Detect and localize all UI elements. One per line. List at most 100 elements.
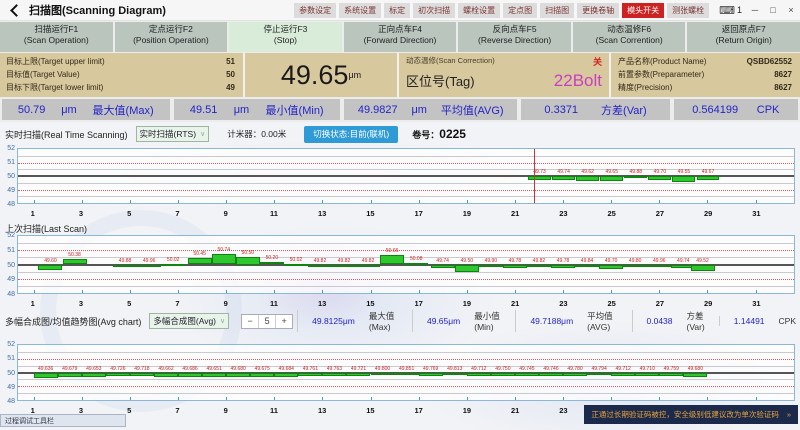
x-tick <box>322 397 323 400</box>
toast-expand-icon[interactable]: » <box>787 410 791 419</box>
product-info-panel: 产品名称(Product Name)QSBD62552前置参数(Preparam… <box>611 53 800 97</box>
menu-button-螺栓设置[interactable]: 螺栓设置 <box>458 3 500 18</box>
data-bar-label: 50.45 <box>193 252 206 257</box>
x-tick <box>756 200 757 203</box>
x-axis-label: 5 <box>122 210 136 218</box>
fkey-扫描运行F1[interactable]: 扫描运行F1(Scan Operation) <box>0 22 113 52</box>
fkey-停止运行F3[interactable]: 停止运行F3(Stop) <box>229 22 342 52</box>
scan-correction-label: 动态温修(Scan Correction) <box>406 55 495 68</box>
chevron-down-icon: ∨ <box>220 317 225 325</box>
data-bar-label: 49.82 <box>314 259 327 264</box>
x-axis-label: 3 <box>74 407 88 415</box>
x-tick <box>419 290 420 293</box>
remote-control-toast[interactable]: 正通过长期验证码被控，安全级别低建议改为单次验证码 » <box>584 405 798 424</box>
menu-button-参数设定[interactable]: 参数设定 <box>294 3 336 18</box>
x-tick <box>563 290 564 293</box>
menu-button-扫描图[interactable]: 扫描图 <box>540 3 574 18</box>
data-bar-label: 49.813 <box>447 367 462 372</box>
data-bar-label: 49.90 <box>485 259 498 264</box>
menu-button-定点图[interactable]: 定点图 <box>503 3 537 18</box>
maximize-button[interactable]: □ <box>764 5 782 15</box>
data-bar <box>404 263 428 265</box>
gridline <box>18 379 794 380</box>
data-bar <box>332 265 356 268</box>
limit-line <box>18 279 794 280</box>
menu-button-系统设置[interactable]: 系统设置 <box>339 3 381 18</box>
data-bar-label: 49.70 <box>654 170 667 175</box>
x-tick <box>611 397 612 400</box>
x-tick <box>322 290 323 293</box>
titlebar-menu: 参数设定系统设置标定初次扫描螺栓设置定点图扫描图更换卷轴模头开关测张螺栓 <box>291 3 709 18</box>
x-tick <box>659 290 660 293</box>
x-tick <box>515 290 516 293</box>
data-bar <box>106 373 130 377</box>
data-bar <box>624 176 647 178</box>
limit-line <box>18 163 794 164</box>
rts-mode-dropdown[interactable]: 实时扫描(RTS) ∨ <box>136 126 210 142</box>
y-axis-label: 50 <box>2 370 15 377</box>
avg-mode-dropdown[interactable]: 多幅合成图(Avg) ∨ <box>149 313 229 329</box>
data-bar <box>356 265 380 268</box>
menu-button-模头开关[interactable]: 模头开关 <box>622 3 664 18</box>
current-reading-value: 49.65 <box>281 60 349 91</box>
x-axis-label: 9 <box>219 300 233 308</box>
x-axis-label: 27 <box>653 300 667 308</box>
x-tick <box>611 290 612 293</box>
minimize-button[interactable]: ─ <box>746 5 764 15</box>
x-tick <box>515 200 516 203</box>
back-chevron-icon[interactable] <box>10 4 23 17</box>
data-bar-label: 49.684 <box>279 367 294 372</box>
x-tick <box>563 397 564 400</box>
data-bar-label: 49.73 <box>533 170 546 175</box>
x-tick <box>82 200 83 203</box>
y-axis-label: 48 <box>2 201 15 208</box>
x-axis-label: 7 <box>170 300 184 308</box>
avg-chart-controls: 多幅合成图/均值趋势图(Avg chart) 多幅合成图(Avg) ∨ − 5 … <box>0 310 800 332</box>
data-bar-label: 49.761 <box>303 367 318 372</box>
avg-statistics: 49.8125μm最大值(Max)49.65μm最小值(Min)49.7188μ… <box>297 310 796 332</box>
fkey-正向点车F4[interactable]: 正向点车F4(Forward Direction) <box>344 22 457 52</box>
menu-button-测张螺栓[interactable]: 测张螺栓 <box>667 3 709 18</box>
fkey-返回原点F7[interactable]: 返回原点F7(Return Origin) <box>687 22 800 52</box>
x-axis-label: 25 <box>605 210 619 218</box>
data-bar-label: 49.52 <box>696 259 709 264</box>
fkey-动态温修F6[interactable]: 动态温修F6(Scan Corrention) <box>573 22 686 52</box>
data-bar <box>659 373 683 376</box>
data-bar <box>576 176 599 181</box>
fkey-定点运行F2[interactable]: 定点运行F2(Position Operation) <box>115 22 228 52</box>
menu-button-初次扫描[interactable]: 初次扫描 <box>413 3 455 18</box>
x-axis-label: 27 <box>653 210 667 218</box>
y-axis-label: 49 <box>2 276 15 283</box>
stepper-minus-button[interactable]: − <box>242 315 258 328</box>
close-button[interactable]: × <box>782 5 800 15</box>
x-tick <box>371 397 372 400</box>
x-axis-label: 21 <box>508 407 522 415</box>
data-bar-label: 49.74 <box>677 259 690 264</box>
switch-state-button[interactable]: 切换状态:目前(联机) <box>304 126 398 143</box>
data-bar-label: 50.02 <box>167 258 180 263</box>
data-bar <box>284 264 308 266</box>
data-bar <box>250 373 274 377</box>
debug-toolbar-tab[interactable]: 过程调试工具栏 <box>0 414 126 427</box>
menu-button-标定[interactable]: 标定 <box>384 3 410 18</box>
data-bar-label: 49.718 <box>134 367 149 372</box>
x-axis-label: 15 <box>363 300 377 308</box>
keyboard-icon[interactable]: ⌨ <box>719 4 735 17</box>
data-bar <box>308 265 332 268</box>
tag-label: 区位号(Tag) <box>406 71 475 90</box>
fkey-反向点车F5[interactable]: 反向点车F5(Reverse Direction) <box>458 22 571 52</box>
x-axis-label: 29 <box>701 300 715 308</box>
data-bar <box>419 373 443 376</box>
menu-button-更换卷轴[interactable]: 更换卷轴 <box>577 3 619 18</box>
data-bar-label: 49.750 <box>495 367 510 372</box>
y-axis-label: 51 <box>2 247 15 254</box>
stepper-plus-button[interactable]: + <box>276 315 292 328</box>
data-bar-label: 49.78 <box>557 259 570 264</box>
data-bar <box>551 265 575 268</box>
data-bar <box>161 264 185 266</box>
scan-correction-state[interactable]: 关 <box>593 55 602 68</box>
x-tick <box>274 290 275 293</box>
data-bar-label: 49.74 <box>436 259 449 264</box>
data-bar-label: 50.38 <box>68 253 81 258</box>
avg-stat-最大值(Max): 49.8125μm最大值(Max) <box>297 310 412 332</box>
